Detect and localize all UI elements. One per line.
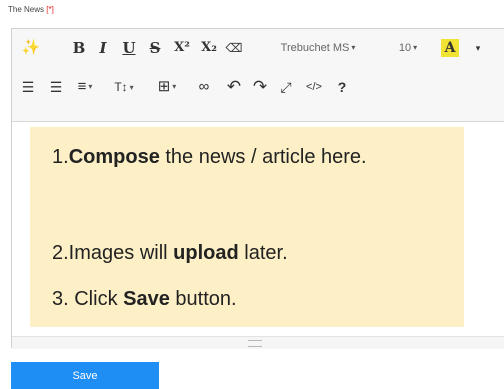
- superscript-button[interactable]: X²: [170, 33, 194, 63]
- toolbar-row-2: ☰ ☰ ≡ ▾ T↕ ▾ ⊞ ▾ ∞ ↶ ↷ ⤢ </> ?: [12, 72, 504, 102]
- editor-content-area[interactable]: 1.Compose the news / article here. 2.Ima…: [30, 127, 464, 327]
- help-icon[interactable]: ?: [332, 72, 352, 102]
- font-size-dropdown[interactable]: 10 ▾: [392, 33, 424, 63]
- field-label-text: The News: [8, 5, 45, 14]
- highlight-color-button[interactable]: A: [438, 33, 462, 63]
- magic-wand-icon[interactable]: ✨: [18, 33, 44, 63]
- chevron-down-icon: ▾: [413, 43, 418, 53]
- ordered-list-icon[interactable]: ☰: [44, 72, 68, 102]
- table-icon[interactable]: ⊞ ▾: [152, 72, 182, 102]
- align-dropdown-icon[interactable]: ≡ ▾: [70, 72, 100, 102]
- bold-button[interactable]: B: [68, 33, 90, 63]
- instruction-line-2: 2.Images will upload later.: [52, 242, 288, 264]
- grip-icon: [248, 340, 262, 347]
- code-view-icon[interactable]: </>: [300, 72, 328, 102]
- field-label: The News [*]: [8, 5, 54, 14]
- instruction-line-3: 3. Click Save button.: [52, 288, 237, 310]
- unordered-list-icon[interactable]: ☰: [16, 72, 40, 102]
- font-family-dropdown[interactable]: Trebuchet MS ▾: [278, 33, 358, 63]
- editor-resize-handle[interactable]: [12, 336, 504, 349]
- save-button[interactable]: Save: [11, 362, 159, 389]
- italic-button[interactable]: I: [92, 33, 114, 63]
- toolbar-row-1: ✨ B I U S X² X₂ ⌫ Trebuchet MS ▾ 10 ▾ A ▾: [12, 33, 504, 63]
- strikethrough-button[interactable]: S: [144, 33, 166, 63]
- required-mark: [*]: [46, 5, 54, 14]
- undo-icon[interactable]: ↶: [222, 72, 246, 102]
- rich-text-editor: ✨ B I U S X² X₂ ⌫ Trebuchet MS ▾ 10 ▾ A ▾ …: [11, 28, 504, 349]
- chevron-down-icon: ▾: [475, 43, 481, 53]
- highlight-color-dropdown[interactable]: ▾: [470, 33, 486, 63]
- editor-toolbar: ✨ B I U S X² X₂ ⌫ Trebuchet MS ▾ 10 ▾ A ▾ …: [12, 29, 504, 122]
- subscript-button[interactable]: X₂: [197, 33, 221, 63]
- eraser-icon[interactable]: ⌫: [224, 33, 244, 63]
- redo-icon[interactable]: ↷: [248, 72, 272, 102]
- link-icon[interactable]: ∞: [192, 72, 216, 102]
- underline-button[interactable]: U: [118, 33, 140, 63]
- chevron-down-icon: ▾: [351, 43, 356, 53]
- text-height-icon[interactable]: T↕ ▾: [106, 72, 142, 102]
- instruction-line-1: 1.Compose the news / article here.: [52, 146, 367, 168]
- fullscreen-icon[interactable]: ⤢: [274, 72, 298, 102]
